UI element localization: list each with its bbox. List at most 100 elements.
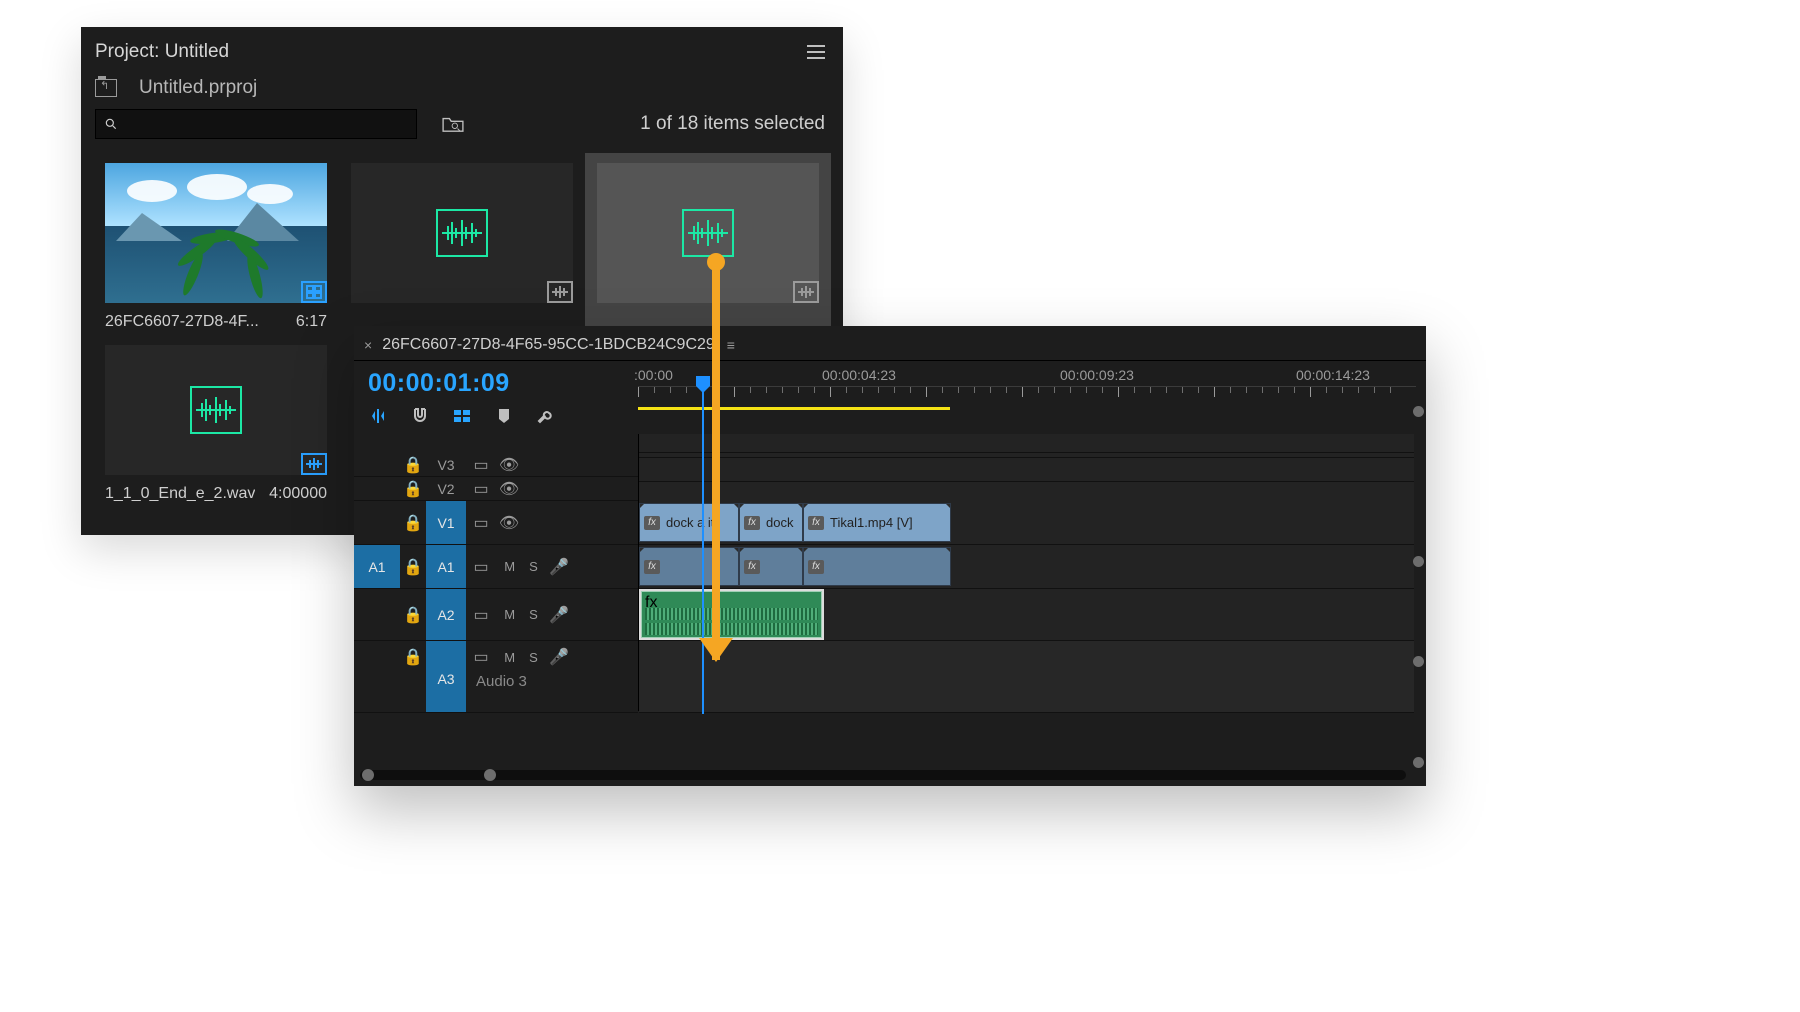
timeline-panel: × 26FC6607-27D8-4F65-95CC-1BDCB24C9C29 ≡… (354, 326, 1426, 786)
timeline-tab[interactable]: × 26FC6607-27D8-4F65-95CC-1BDCB24C9C29 ≡ (354, 326, 1426, 361)
timeline-tools (368, 398, 638, 426)
search-bin-icon[interactable] (442, 115, 464, 133)
scroll-dot[interactable] (1413, 556, 1424, 567)
snap-icon[interactable] (410, 406, 430, 426)
ruler-label: 00:00:04:23 (822, 367, 896, 383)
track-a2[interactable]: fx (639, 589, 1414, 641)
bin-thumbnail (351, 163, 573, 303)
track-name[interactable]: V2 (426, 477, 466, 500)
eye-icon[interactable]: 👁 (496, 479, 522, 499)
bin-thumbnail (597, 163, 819, 303)
ruler-label: 00:00:14:23 (1296, 367, 1370, 383)
lock-icon[interactable]: 🔒 (400, 455, 426, 475)
linked-selection-icon[interactable] (452, 406, 472, 426)
insert-mode-icon[interactable] (368, 406, 388, 426)
track-a1[interactable]: fx fx fx (639, 545, 1414, 589)
sync-lock-icon[interactable]: ▭ (466, 557, 496, 577)
track-header-v1[interactable]: 🔒 V1 ▭ 👁 (354, 501, 638, 545)
bin-item[interactable]: 26FC6607-27D8-4F... 6:17 (93, 153, 339, 335)
ruler-label: :00:00 (634, 367, 673, 383)
audio-badge-icon (301, 453, 327, 475)
track-header-v2[interactable]: 🔒 V2 ▭ 👁 (354, 477, 638, 501)
track-name[interactable]: A2 (426, 589, 466, 640)
bin-item[interactable] (339, 153, 585, 335)
lock-icon[interactable]: 🔒 (400, 641, 426, 667)
bin-item-duration: 6:17 (296, 313, 327, 331)
track-header-a1[interactable]: A1 🔒 A1 ▭ MS 🎤 (354, 545, 638, 589)
video-clip[interactable]: fxdock a itl. (639, 503, 739, 542)
lock-icon[interactable]: 🔒 (400, 513, 426, 533)
marker-icon[interactable] (494, 406, 514, 426)
sync-lock-icon[interactable]: ▭ (466, 479, 496, 499)
scroll-dot[interactable] (1413, 656, 1424, 667)
lock-icon[interactable]: 🔒 (400, 479, 426, 499)
timeline-header: 00:00:01:09 :00:00 00:00:04:23 00:00:09:… (354, 361, 1426, 434)
folder-up-icon[interactable] (95, 79, 117, 97)
track-name[interactable]: V1 (426, 501, 466, 544)
timeline-header-left: 00:00:01:09 (354, 361, 638, 434)
track-label: Audio 3 (466, 667, 638, 690)
track-headers: 🔒 V3 ▭ 👁 🔒 V2 ▭ 👁 🔒 V1 ▭ 👁 A1 🔒 A1 (354, 434, 638, 711)
video-clip[interactable]: fxdock (739, 503, 803, 542)
eye-icon[interactable]: 👁 (496, 455, 522, 475)
bin-item-name: 1_1_0_End_e_2.wav (105, 485, 255, 503)
audio-badge-icon (547, 281, 573, 303)
search-input-wrap[interactable] (95, 109, 417, 139)
work-area-bar[interactable] (638, 407, 950, 410)
track-name[interactable]: V3 (426, 453, 466, 476)
audio-clip-icon (436, 209, 488, 257)
panel-menu-icon[interactable] (807, 45, 825, 59)
eye-icon[interactable]: 👁 (496, 513, 522, 533)
tab-menu-icon[interactable]: ≡ (727, 337, 735, 353)
audio-badge-icon (793, 281, 819, 303)
audio-clip[interactable]: fx (639, 547, 739, 586)
music-clip[interactable]: fx (641, 591, 822, 638)
bin-item[interactable]: 1_1_0_End_e_2.wav 4:00000 (93, 335, 339, 507)
playhead-timecode[interactable]: 00:00:01:09 (368, 369, 638, 398)
sync-lock-icon[interactable]: ▭ (466, 605, 496, 625)
lock-icon[interactable]: 🔒 (400, 605, 426, 625)
mute-solo[interactable]: MS (496, 559, 546, 574)
track-v1[interactable]: fxdock a itl. fxdock fxTikal1.mp4 [V] (639, 501, 1414, 545)
project-header: Project: Untitled (81, 27, 843, 69)
track-name[interactable]: A1 (426, 545, 466, 588)
video-clip[interactable]: fxTikal1.mp4 [V] (803, 503, 951, 542)
audio-clip-icon (682, 209, 734, 257)
search-input[interactable] (124, 116, 408, 132)
track-name[interactable]: A3 (426, 641, 466, 712)
track-header-v3[interactable]: 🔒 V3 ▭ 👁 (354, 453, 638, 477)
track-header-a2[interactable]: 🔒 A2 ▭ MS 🎤 (354, 589, 638, 641)
bin-item-selected[interactable] (585, 153, 831, 335)
audio-clip[interactable]: fx (739, 547, 803, 586)
track-header-a3[interactable]: 🔒 A3 ▭ MS 🎤 Audio 3 (354, 641, 638, 713)
voiceover-icon[interactable]: 🎤 (546, 647, 572, 667)
zoom-handle-left[interactable] (362, 769, 374, 781)
voiceover-icon[interactable]: 🎤 (546, 605, 572, 625)
mute-solo[interactable]: MS (496, 607, 546, 622)
audio-clip[interactable]: fx (803, 547, 951, 586)
source-patch[interactable]: A1 (354, 545, 400, 588)
sequence-badge-icon (301, 281, 327, 303)
video-thumbnail (105, 163, 327, 303)
project-title: Project: Untitled (95, 41, 229, 63)
mute-solo[interactable]: MS (496, 650, 546, 665)
bin-thumbnail (105, 163, 327, 303)
selection-status: 1 of 18 items selected (640, 113, 829, 135)
wrench-icon[interactable] (536, 406, 556, 426)
zoom-handle-right[interactable] (484, 769, 496, 781)
timeline-zoom-scrollbar[interactable] (360, 770, 1406, 780)
project-breadcrumb: Untitled.prproj (81, 69, 843, 109)
lock-icon[interactable]: 🔒 (400, 557, 426, 577)
scroll-dot[interactable] (1413, 757, 1424, 768)
sync-lock-icon[interactable]: ▭ (466, 513, 496, 533)
sync-lock-icon[interactable]: ▭ (466, 455, 496, 475)
time-ruler[interactable]: :00:00 00:00:04:23 00:00:09:23 00:00:14:… (638, 361, 1426, 434)
close-icon[interactable]: × (364, 337, 372, 353)
scroll-dot[interactable] (1413, 406, 1424, 417)
timeline-content[interactable]: fxdock a itl. fxdock fxTikal1.mp4 [V] fx… (638, 434, 1414, 711)
sync-lock-icon[interactable]: ▭ (466, 647, 496, 667)
voiceover-icon[interactable]: 🎤 (546, 557, 572, 577)
audio-clip-icon (190, 386, 242, 434)
bin-thumbnail (105, 345, 327, 475)
bin-label: 26FC6607-27D8-4F... 6:17 (105, 303, 327, 331)
